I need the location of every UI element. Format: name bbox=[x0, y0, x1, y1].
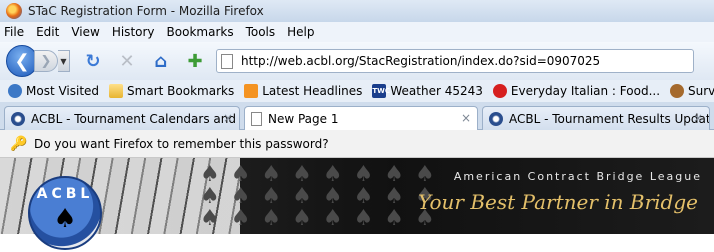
bookmark-everyday-italian[interactable]: Everyday Italian : Food... bbox=[492, 84, 661, 98]
bookmark-label: Everyday Italian : Food... bbox=[510, 84, 661, 98]
tab-label: New Page 1 bbox=[268, 112, 339, 126]
close-icon[interactable]: × bbox=[693, 111, 703, 125]
acbl-favicon-icon bbox=[11, 111, 25, 126]
firefox-icon bbox=[6, 3, 22, 19]
reload-button[interactable]: ↻ bbox=[82, 50, 104, 72]
chevron-down-icon: ▼ bbox=[60, 56, 67, 66]
add-bookmark-button[interactable]: ✚ bbox=[184, 50, 206, 72]
folder-icon bbox=[109, 84, 124, 98]
bookmark-label: Most Visited bbox=[26, 84, 100, 98]
bookmark-surveymonkey[interactable]: SurveyMonkey.com - ... bbox=[670, 84, 714, 98]
home-icon: ⌂ bbox=[154, 50, 168, 72]
close-icon[interactable]: × bbox=[223, 111, 233, 125]
menu-tools[interactable]: Tools bbox=[246, 25, 276, 39]
add-bookmark-icon: ✚ bbox=[187, 50, 203, 72]
bookmarks-toolbar: Most Visited Smart Bookmarks Latest Head… bbox=[0, 80, 714, 102]
stop-icon: ✕ bbox=[119, 50, 135, 72]
rss-icon bbox=[244, 84, 259, 98]
forward-button[interactable]: ❯ bbox=[34, 50, 58, 72]
tab-tournament-results[interactable]: ACBL - Tournament Results Updates × bbox=[482, 106, 710, 130]
menu-view[interactable]: View bbox=[71, 25, 99, 39]
page-icon bbox=[221, 53, 233, 69]
menu-bar: File Edit View History Bookmarks Tools H… bbox=[0, 22, 714, 42]
password-notification-bar: 🔑 Do you want Firefox to remember this p… bbox=[0, 130, 714, 158]
bookmark-most-visited[interactable]: Most Visited bbox=[8, 84, 99, 98]
bookmark-smart-bookmarks[interactable]: Smart Bookmarks bbox=[109, 84, 234, 98]
spade-icon: ♠ bbox=[53, 204, 77, 234]
menu-file[interactable]: File bbox=[4, 25, 24, 39]
back-arrow-icon: ❮ bbox=[14, 50, 30, 72]
bookmark-label: Latest Headlines bbox=[262, 84, 363, 98]
twc-icon: TWC bbox=[372, 84, 390, 98]
logo-text: ACBL bbox=[36, 186, 94, 202]
key-icon: 🔑 bbox=[10, 135, 28, 152]
tab-label: ACBL - Tournament Results Updates bbox=[509, 111, 710, 126]
org-name: American Contract Bridge League bbox=[453, 170, 702, 183]
menu-bookmarks[interactable]: Bookmarks bbox=[167, 25, 234, 39]
window-titlebar: STaC Registration Form - Mozilla Firefox bbox=[0, 0, 714, 22]
close-icon[interactable]: × bbox=[461, 111, 471, 125]
bookmark-latest-headlines[interactable]: Latest Headlines bbox=[244, 84, 362, 98]
surveymonkey-icon bbox=[670, 84, 685, 98]
acbl-banner: ♠ ♠ ♠ ♠ ♠ ♠ ♠ ♠ ♠ ♠ ♠ ♠ ♠ ♠ ♠ ♠ ♠ ♠ ♠ ♠ … bbox=[0, 158, 714, 252]
notification-text: Do you want Firefox to remember this pas… bbox=[34, 136, 329, 151]
acbl-logo[interactable]: ACBL ♠ bbox=[28, 176, 102, 250]
most-visited-icon bbox=[8, 84, 22, 98]
tab-tournament-calendars[interactable]: ACBL - Tournament Calendars and ... × bbox=[4, 106, 240, 130]
bookmark-weather[interactable]: TWC Weather 45243 bbox=[372, 84, 483, 98]
page-icon bbox=[251, 112, 262, 126]
tab-bar: ACBL - Tournament Calendars and ... × Ne… bbox=[0, 102, 714, 131]
bookmark-label: SurveyMonkey.com - ... bbox=[688, 84, 714, 98]
menu-help[interactable]: Help bbox=[287, 25, 314, 39]
url-bar[interactable]: http://web.acbl.org/StacRegistration/ind… bbox=[216, 49, 694, 73]
tab-new-page-1[interactable]: New Page 1 × bbox=[244, 106, 478, 131]
history-dropdown-button[interactable]: ▼ bbox=[58, 50, 70, 72]
menu-history[interactable]: History bbox=[112, 25, 155, 39]
url-text[interactable]: http://web.acbl.org/StacRegistration/ind… bbox=[241, 54, 600, 68]
window-title: STaC Registration Form - Mozilla Firefox bbox=[28, 4, 264, 18]
acbl-favicon-icon bbox=[489, 111, 503, 126]
bookmark-label: Weather 45243 bbox=[390, 84, 483, 98]
tagline: Your Best Partner in Bridge bbox=[418, 190, 698, 214]
menu-edit[interactable]: Edit bbox=[36, 25, 59, 39]
navigation-toolbar: ❮ ❯ ▼ ↻ ✕ ⌂ ✚ http://web.acbl.org/StacRe… bbox=[0, 42, 714, 80]
everyday-italian-icon bbox=[492, 84, 507, 98]
home-button[interactable]: ⌂ bbox=[150, 50, 172, 72]
forward-arrow-icon: ❯ bbox=[40, 53, 52, 69]
stop-button[interactable]: ✕ bbox=[116, 50, 138, 72]
reload-icon: ↻ bbox=[85, 50, 101, 72]
tab-label: ACBL - Tournament Calendars and ... bbox=[31, 111, 240, 126]
bookmark-label: Smart Bookmarks bbox=[127, 84, 235, 98]
